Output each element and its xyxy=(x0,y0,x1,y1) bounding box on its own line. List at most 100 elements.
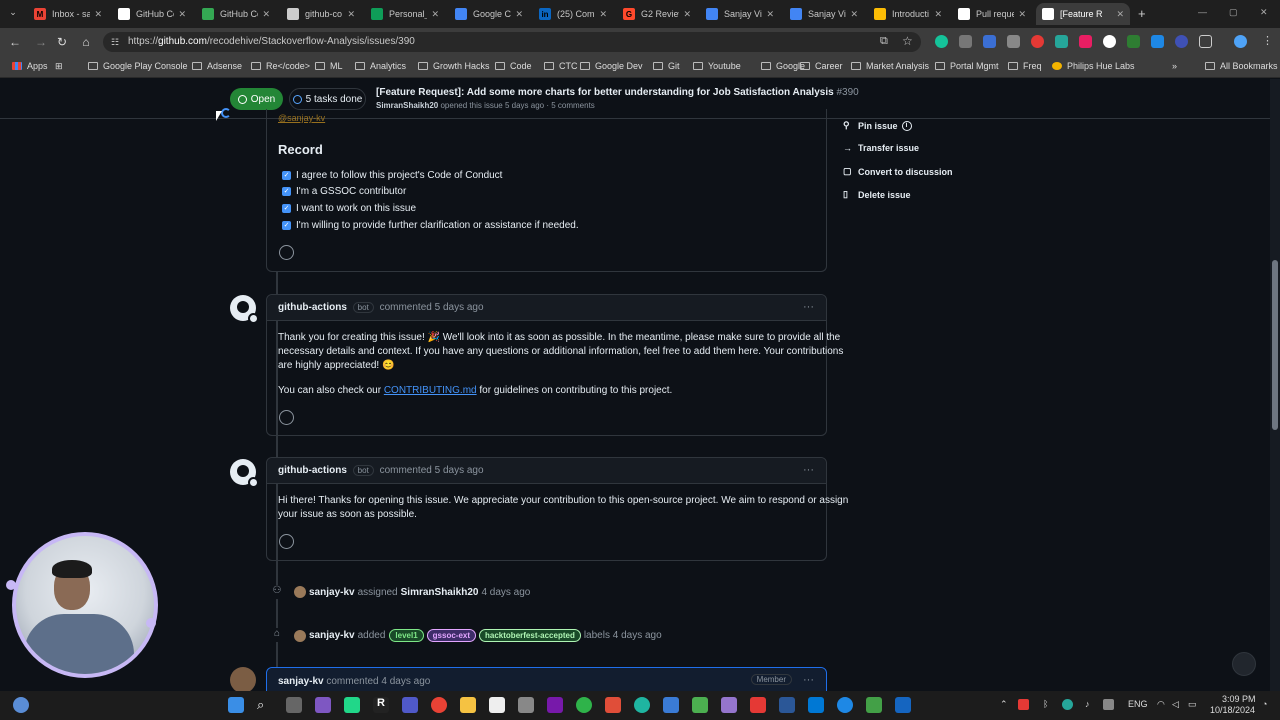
extension-icon[interactable] xyxy=(1127,35,1140,48)
tray-overflow-icon[interactable]: ⌃ xyxy=(1000,699,1008,710)
url-text[interactable]: https://github.com/recodehive/Stackoverf… xyxy=(128,36,415,47)
comment-author-link[interactable]: github-actions xyxy=(278,302,347,313)
bookmark-folder[interactable]: Career xyxy=(800,61,843,71)
transfer-issue-button[interactable]: → Transfer issue xyxy=(843,143,919,153)
pin-issue-button[interactable]: ⚲ Pin issue i xyxy=(843,120,912,131)
comment-timestamp[interactable]: commented 4 days ago xyxy=(326,676,430,687)
wifi-icon[interactable]: ◠ xyxy=(1157,699,1165,710)
browser-tab[interactable]: Sanjay Vis ✕ xyxy=(784,3,864,25)
event-actor-link[interactable]: sanjay-kv xyxy=(309,587,355,598)
extension-icon[interactable] xyxy=(983,35,996,48)
bookmark-folder[interactable]: Freq xyxy=(1008,61,1042,71)
close-tab-icon[interactable]: ✕ xyxy=(599,9,607,20)
label-hacktoberfest-accepted[interactable]: hacktoberfest-accepted xyxy=(479,629,581,642)
notion-icon[interactable] xyxy=(489,697,505,713)
edge-icon[interactable] xyxy=(634,697,650,713)
label-gssoc-ext[interactable]: gssoc-ext xyxy=(426,629,477,642)
scrollbar-thumb[interactable] xyxy=(1272,260,1278,430)
bookmark-folder[interactable]: Youtube xyxy=(693,61,741,71)
profile-avatar-icon[interactable] xyxy=(1234,35,1247,48)
issue-title-link[interactable]: [Feature Request]: Add some more charts … xyxy=(376,87,834,98)
close-tab-icon[interactable]: ✕ xyxy=(515,9,523,20)
bookmark-folder[interactable]: Analytics xyxy=(355,61,406,71)
mention-link[interactable]: @sanjay-kv xyxy=(278,113,325,123)
app-icon[interactable] xyxy=(721,697,737,713)
bookmark-folder[interactable]: Market Analysis xyxy=(851,61,929,71)
browser-tab[interactable]: GitHub Co ✕ xyxy=(112,3,192,25)
assignee-link[interactable]: SimranShaikh20 xyxy=(401,587,479,598)
extension-icon[interactable] xyxy=(959,35,972,48)
close-tab-icon[interactable]: ✕ xyxy=(262,9,270,20)
maximize-window-icon[interactable]: ▢ xyxy=(1229,7,1238,18)
bookmark-folder[interactable]: Git xyxy=(653,61,680,71)
teams-icon[interactable] xyxy=(402,697,418,713)
bookmark-folder[interactable]: Google xyxy=(761,61,805,71)
reload-button[interactable]: ↻ xyxy=(54,34,70,50)
home-button[interactable]: ⌂ xyxy=(78,34,94,50)
app-icon[interactable] xyxy=(837,697,853,713)
new-tab-button[interactable]: + xyxy=(1138,6,1146,21)
notification-bell-icon[interactable]: ◔ xyxy=(1262,699,1267,709)
app-icon[interactable] xyxy=(663,697,679,713)
bookmark-folder[interactable]: Code xyxy=(495,61,532,71)
tray-app-icon[interactable] xyxy=(1062,699,1073,710)
minimize-window-icon[interactable]: — xyxy=(1198,7,1207,17)
sanjay-kv-avatar[interactable] xyxy=(230,667,256,691)
delete-issue-button[interactable]: ▯ Delete issue xyxy=(843,189,911,200)
app-icon[interactable] xyxy=(576,697,592,713)
bookmark-folder[interactable]: Philips Hue Labs xyxy=(1052,61,1135,71)
browser-tab[interactable]: Personal_F ✕ xyxy=(365,3,445,25)
bookmark-folder[interactable]: ML xyxy=(315,61,343,71)
bookmark-star-icon[interactable]: ☆ xyxy=(902,34,913,48)
language-indicator[interactable]: ENG xyxy=(1128,699,1148,709)
clock-date[interactable]: 10/18/2024 xyxy=(1210,705,1255,715)
extension-icon[interactable] xyxy=(1175,35,1188,48)
close-tab-icon[interactable]: ✕ xyxy=(766,9,774,20)
checkbox-checked[interactable]: ✓ xyxy=(282,221,291,230)
checkbox-checked[interactable]: ✓ xyxy=(282,187,291,196)
bookmark-folder[interactable]: Portal Mgmt xyxy=(935,61,999,71)
tab-search-button[interactable]: ⌄ xyxy=(6,7,20,21)
bookmark-folder[interactable]: Growth Hacks xyxy=(418,61,490,71)
close-tab-icon[interactable]: ✕ xyxy=(850,9,858,20)
browser-tab[interactable]: G G2 Review ✕ xyxy=(617,3,697,25)
extension-icon[interactable] xyxy=(1079,35,1092,48)
github-actions-avatar[interactable] xyxy=(230,459,259,488)
r-app-icon[interactable]: R xyxy=(373,697,389,713)
app-icon[interactable] xyxy=(692,697,708,713)
tab-groups-icon[interactable]: ⊞ xyxy=(55,61,63,72)
checkbox-checked[interactable]: ✓ xyxy=(282,171,291,180)
user-avatar[interactable] xyxy=(294,629,306,642)
camera-extension-icon[interactable] xyxy=(1007,35,1020,48)
browser-tab[interactable]: Sanjay Vis ✕ xyxy=(700,3,780,25)
browser-menu-icon[interactable]: ⋮ xyxy=(1262,34,1273,47)
close-tab-icon[interactable]: ✕ xyxy=(347,9,355,20)
comment-author-link[interactable]: sanjay-kv xyxy=(278,676,324,687)
all-bookmarks-folder[interactable]: All Bookmarks xyxy=(1205,61,1278,71)
search-icon[interactable]: ⌕ xyxy=(257,697,273,713)
pycharm-icon[interactable] xyxy=(344,697,360,713)
event-time[interactable]: 4 days ago xyxy=(481,587,530,598)
vscode-icon[interactable] xyxy=(808,697,824,713)
convert-to-discussion-button[interactable]: ▢ Convert to discussion xyxy=(843,166,953,177)
tasks-progress-badge[interactable]: 5 tasks done xyxy=(289,88,366,110)
info-icon[interactable]: i xyxy=(901,120,912,131)
bookmark-folder[interactable]: Adsense xyxy=(192,61,242,71)
task-view-icon[interactable] xyxy=(286,697,302,713)
add-reaction-icon[interactable] xyxy=(279,410,294,425)
extensions-puzzle-icon[interactable] xyxy=(1199,35,1212,48)
browser-tab[interactable]: github-co ✕ xyxy=(281,3,361,25)
close-tab-icon[interactable]: ✕ xyxy=(431,9,439,20)
add-reaction-icon[interactable] xyxy=(279,534,294,549)
app-icon[interactable] xyxy=(605,697,621,713)
close-tab-icon[interactable]: ✕ xyxy=(1116,9,1124,20)
app-icon[interactable] xyxy=(750,697,766,713)
app-icon[interactable] xyxy=(895,697,911,713)
file-explorer-icon[interactable] xyxy=(460,697,476,713)
comment-options-icon[interactable]: ··· xyxy=(803,674,814,686)
store-icon[interactable] xyxy=(518,697,534,713)
bluetooth-icon[interactable]: ᛒ xyxy=(1043,699,1048,709)
battery-icon[interactable]: ▭ xyxy=(1188,699,1197,710)
bookmark-folder[interactable]: Google Play Console xyxy=(88,61,188,71)
close-tab-icon[interactable]: ✕ xyxy=(94,9,102,20)
